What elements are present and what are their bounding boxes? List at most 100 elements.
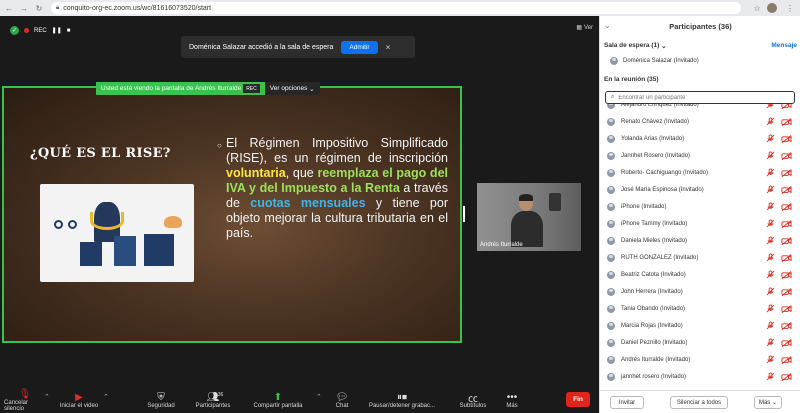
participant-row[interactable]: Beatriz Catota (Invitado) [600,266,800,283]
mic-muted-icon[interactable] [766,202,775,211]
mute-all-button[interactable]: Silenciar a todos [670,396,728,409]
mic-muted-icon[interactable] [766,372,775,381]
mic-muted-icon[interactable] [766,253,775,262]
close-icon[interactable]: × [386,43,391,52]
mic-muted-icon[interactable] [766,236,775,245]
avatar [607,151,615,160]
display-box [114,236,136,266]
more-dots-icon: ••• [506,391,518,403]
participant-name: Yolanda Arias (Invitado) [621,135,685,142]
chat-button[interactable]: 💬︎ Chat [330,387,354,413]
unmute-button[interactable]: 🎙︎ Cancelar silencio [4,387,46,413]
avatar [607,219,615,228]
mic-muted-icon[interactable] [766,134,775,143]
chevron-up-icon[interactable]: ⌃ [316,393,322,401]
participant-name: iPhone (Invitado) [621,203,667,210]
panel-title: Participantes (36) [669,22,732,31]
mic-muted-icon[interactable] [766,219,775,228]
participant-row[interactable]: RUTH GONZALEZ (Invitado) [600,249,800,266]
participant-row[interactable]: jannhet rosero (Invitado) [600,368,800,385]
unmute-label: Cancelar silencio [4,400,29,412]
participant-row[interactable]: Andrés Iturralde (Invitado) [600,351,800,368]
participants-button[interactable]: 👥︎ 36 Participantes [192,387,234,413]
participant-row[interactable]: Renato Chávez (Invitado) [600,113,800,130]
video-off-icon [781,185,792,194]
pause-stop-recording-button[interactable]: ⏸︎⏹︎ Pausar/detener grabac... [366,387,438,413]
video-off-icon [781,219,792,228]
mic-muted-icon[interactable] [766,287,775,296]
waiting-participant[interactable]: Doménica Salazar (Invitado) [610,57,699,65]
profile-avatar[interactable] [767,3,777,13]
mic-muted-icon[interactable] [766,185,775,194]
participant-row[interactable]: José María Espinosa (Invitado) [600,181,800,198]
video-participant-name: Andrés Iturralde [480,242,523,248]
subtitles-button[interactable]: ㏄ Subtítulos [456,387,490,413]
browser-toolbar: ← → ↻ 🔒︎ conquito-org-ec.zoom.us/wc/8161… [0,0,800,16]
chevron-up-icon[interactable]: ⌃ [44,393,50,401]
video-off-icon [781,202,792,211]
participant-row[interactable]: Alejandro Enríquez (Invitado) [600,104,800,113]
panel-more-button[interactable]: Más ⌄ [754,396,782,409]
shield-icon[interactable]: ✓ [10,26,19,35]
reload-icon[interactable]: ↻ [33,2,45,14]
participant-row[interactable]: iPhone Tammy (Invitado) [600,215,800,232]
back-icon[interactable]: ← [3,2,15,14]
participant-figure [511,194,543,247]
chevron-up-icon[interactable]: ⌃ [103,393,109,401]
participant-row[interactable]: Yolanda Arias (Invitado) [600,130,800,147]
share-status-label: Usted está viendo la pantalla de Andrés … [101,85,242,92]
view-label: Ver [583,24,593,31]
invite-button[interactable]: Invitar [610,396,644,409]
split-handle[interactable] [463,206,465,222]
mic-muted-icon[interactable] [766,104,775,109]
participants-panel: ⌄ Participantes (36) Sala de espera (1) … [599,16,800,413]
video-off-icon [781,253,792,262]
view-button[interactable]: ▦ Ver [576,24,593,32]
star-icon[interactable]: ☆ [751,2,763,14]
video-tile[interactable]: Andrés Iturralde [477,183,581,251]
participant-row[interactable]: Marcia Rojas (Invitado) [600,317,800,334]
mic-muted-icon[interactable] [766,304,775,313]
search-participant-box[interactable]: ⌕ [605,91,795,104]
mic-muted-icon[interactable] [766,117,775,126]
closed-captions-icon: ㏄ [468,393,478,405]
participant-row[interactable]: Tania Obando (Invitado) [600,300,800,317]
stop-icon[interactable]: ■ [67,28,71,34]
participant-name: Renato Chávez (Invitado) [621,118,690,125]
admit-button[interactable]: Admitir [341,40,378,54]
participants-icon: 👥︎ 36 [206,391,224,403]
participant-row[interactable]: Jannhet Rosero (Invitado) [600,147,800,164]
mic-muted-icon[interactable] [766,168,775,177]
search-input[interactable] [618,94,779,101]
video-off-icon [781,304,792,313]
video-off-icon [781,236,792,245]
participant-row[interactable]: John Herrera (Invitado) [600,283,800,300]
mic-muted-icon[interactable] [766,151,775,160]
message-link[interactable]: Mensaje [771,42,797,50]
address-bar[interactable]: 🔒︎ conquito-org-ec.zoom.us/wc/8161607352… [51,2,741,14]
participant-row[interactable]: Roberto- Cachiguango (Invitado) [600,164,800,181]
product-image [40,184,194,282]
end-meeting-button[interactable]: Fin [566,392,590,407]
participant-name: Daniela Mieles (Invitado) [621,237,688,244]
avatar [607,236,615,245]
mic-muted-icon[interactable] [766,338,775,347]
mic-muted-icon[interactable] [766,321,775,330]
forward-icon[interactable]: → [18,2,30,14]
avatar [607,372,615,381]
mic-muted-icon[interactable] [766,270,775,279]
participant-row[interactable]: Daniela Mieles (Invitado) [600,232,800,249]
participant-name: Andrés Iturralde (Invitado) [621,356,691,363]
mic-muted-icon[interactable] [766,355,775,364]
search-icon: ⌕ [611,94,615,100]
more-button[interactable]: ••• Más [502,387,522,413]
security-button[interactable]: ⛨ Seguridad [144,387,178,413]
participant-row[interactable]: Daniel Peznillo (Invitado) [600,334,800,351]
share-screen-button[interactable]: ⬆ Compartir pantalla [250,387,306,413]
kebab-menu-icon[interactable]: ⋮ [784,2,796,14]
start-video-button[interactable]: ▶︎ Iniciar el video [56,387,102,413]
pause-icon[interactable]: ❚❚ [52,27,62,34]
chevron-down-icon[interactable]: ⌄ [659,42,666,50]
view-options-button[interactable]: Ver opciones ⌄ [264,82,320,95]
participant-row[interactable]: iPhone (Invitado) [600,198,800,215]
